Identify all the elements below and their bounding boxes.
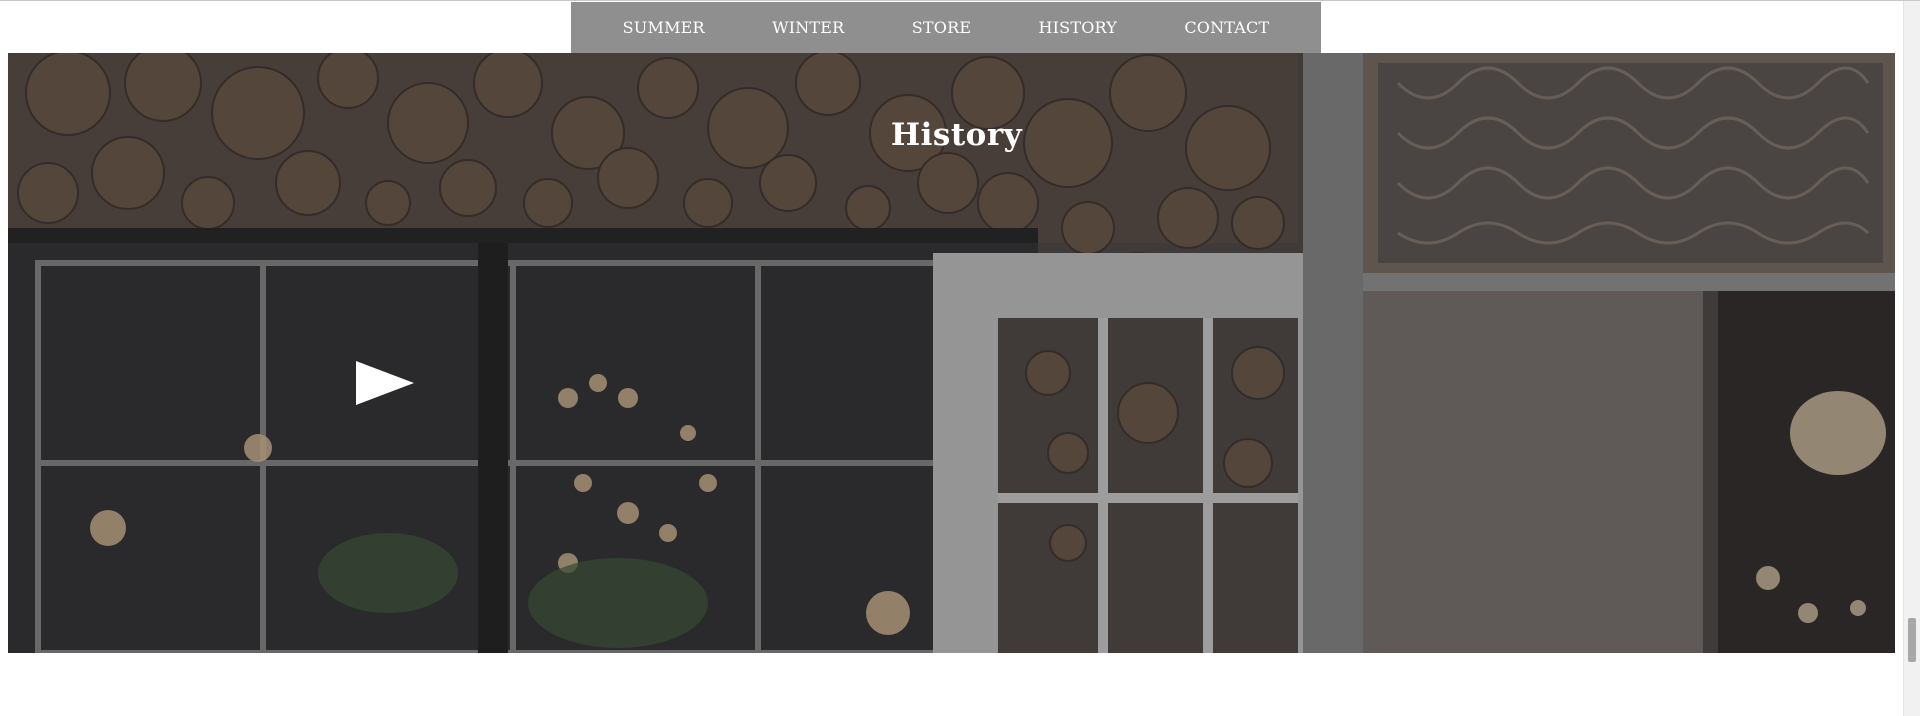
nav-item-summer[interactable]: SUMMER bbox=[615, 12, 713, 43]
nav-item-store[interactable]: STORE bbox=[904, 12, 979, 43]
page: SUMMER WINTER STORE HISTORY CONTACT Hist… bbox=[0, 0, 1920, 716]
nav-item-winter[interactable]: WINTER bbox=[764, 12, 852, 43]
top-navigation: SUMMER WINTER STORE HISTORY CONTACT bbox=[571, 2, 1321, 53]
history-video[interactable]: History bbox=[8, 53, 1895, 653]
scrollbar-thumb[interactable] bbox=[1908, 618, 1916, 662]
vertical-scrollbar[interactable] bbox=[1903, 1, 1920, 716]
play-icon[interactable] bbox=[350, 355, 420, 411]
hero-title: History bbox=[890, 116, 1023, 153]
nav-item-history[interactable]: HISTORY bbox=[1030, 12, 1125, 43]
nav-item-contact[interactable]: CONTACT bbox=[1176, 12, 1277, 43]
